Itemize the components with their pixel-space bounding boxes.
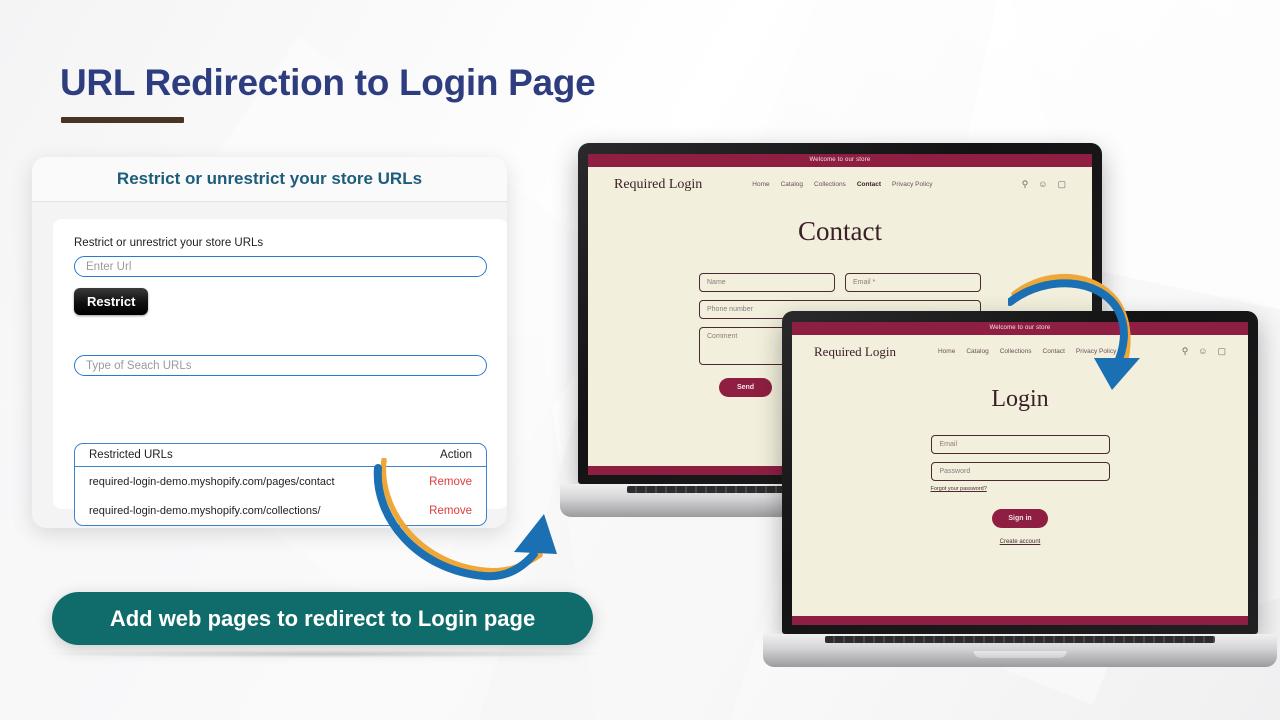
account-icon[interactable]: ☺ bbox=[1198, 346, 1207, 357]
contact-email-placeholder: Email * bbox=[853, 279, 876, 286]
search-input-placeholder: Type of Seach URLs bbox=[86, 359, 192, 372]
forgot-password-row: Forgot your password? bbox=[792, 486, 1248, 492]
login-email-placeholder: Email bbox=[939, 441, 958, 448]
laptop-base bbox=[763, 634, 1277, 667]
search-icon[interactable]: ⚲ bbox=[1182, 346, 1189, 357]
search-icon[interactable]: ⚲ bbox=[1022, 179, 1029, 190]
search-input[interactable]: Type of Seach URLs bbox=[74, 355, 487, 376]
nav-link-contact[interactable]: Contact bbox=[857, 181, 881, 188]
url-input-placeholder: Enter Url bbox=[86, 260, 132, 273]
nav-link-collections[interactable]: Collections bbox=[814, 181, 846, 188]
page-title: URL Redirection to Login Page bbox=[60, 62, 596, 103]
signin-row: Sign in bbox=[792, 509, 1248, 528]
title-underline bbox=[61, 117, 184, 123]
app-panel-title: Restrict or unrestrict your store URLs bbox=[116, 169, 423, 188]
contact-page-heading: Contact bbox=[798, 216, 882, 246]
store-brand: Required Login bbox=[614, 176, 703, 192]
restrict-button[interactable]: Restrict bbox=[74, 288, 149, 315]
signin-button[interactable]: Sign in bbox=[992, 509, 1048, 528]
login-password-input[interactable]: Password bbox=[930, 462, 1110, 481]
nav-link-home[interactable]: Home bbox=[938, 348, 955, 355]
cell-url: required-login-demo.myshopify.com/pages/… bbox=[89, 475, 335, 488]
nav-link-home[interactable]: Home bbox=[752, 181, 769, 188]
store-navbar: Required Login Home Catalog Collections … bbox=[588, 167, 1092, 202]
store-footer-bar bbox=[792, 616, 1248, 625]
contact-name-placeholder: Name bbox=[707, 279, 726, 286]
column-header-url: Restricted URLs bbox=[89, 449, 173, 461]
cart-icon[interactable]: ▢ bbox=[1217, 346, 1226, 357]
login-password-row: Password bbox=[792, 462, 1248, 481]
login-email-row: Email bbox=[792, 435, 1248, 454]
login-password-placeholder: Password bbox=[939, 468, 971, 475]
create-account-link[interactable]: Create account bbox=[1000, 539, 1041, 545]
contact-comment-placeholder: Comment bbox=[707, 333, 738, 340]
login-email-input[interactable]: Email bbox=[930, 435, 1110, 454]
nav-link-catalog[interactable]: Catalog bbox=[966, 348, 988, 355]
arrow-contact-to-login bbox=[1008, 273, 1140, 390]
announcement-bar: Welcome to our store bbox=[588, 154, 1092, 167]
contact-email-input[interactable]: Email * bbox=[845, 273, 981, 292]
nav-link-privacy-policy[interactable]: Privacy Policy bbox=[892, 181, 932, 188]
contact-name-input[interactable]: Name bbox=[699, 273, 835, 292]
account-icon[interactable]: ☺ bbox=[1038, 179, 1047, 190]
store-nav-icons: ⚲ ☺ ▢ bbox=[1022, 179, 1066, 190]
store-nav-icons: ⚲ ☺ ▢ bbox=[1182, 346, 1226, 357]
store-nav-links: Home Catalog Collections Contact Privacy… bbox=[752, 181, 932, 188]
contact-phone-placeholder: Phone number bbox=[707, 306, 753, 313]
arrow-panel-to-contact bbox=[373, 458, 557, 581]
send-button[interactable]: Send bbox=[719, 378, 772, 397]
create-account-row: Create account bbox=[792, 539, 1248, 545]
banner-shadow bbox=[40, 650, 610, 658]
store-brand: Required Login bbox=[814, 343, 896, 359]
app-panel-header: Restrict or unrestrict your store URLs bbox=[32, 157, 507, 202]
cell-url: required-login-demo.myshopify.com/collec… bbox=[89, 504, 321, 517]
cart-icon[interactable]: ▢ bbox=[1057, 179, 1066, 190]
forgot-password-link[interactable]: Forgot your password? bbox=[931, 486, 1110, 492]
keyboard bbox=[824, 636, 1216, 643]
url-field-label: Restrict or unrestrict your store URLs bbox=[74, 237, 264, 249]
url-input[interactable]: Enter Url bbox=[74, 256, 487, 277]
cta-banner[interactable]: Add web pages to redirect to Login page bbox=[52, 592, 593, 645]
nav-link-catalog[interactable]: Catalog bbox=[781, 181, 803, 188]
